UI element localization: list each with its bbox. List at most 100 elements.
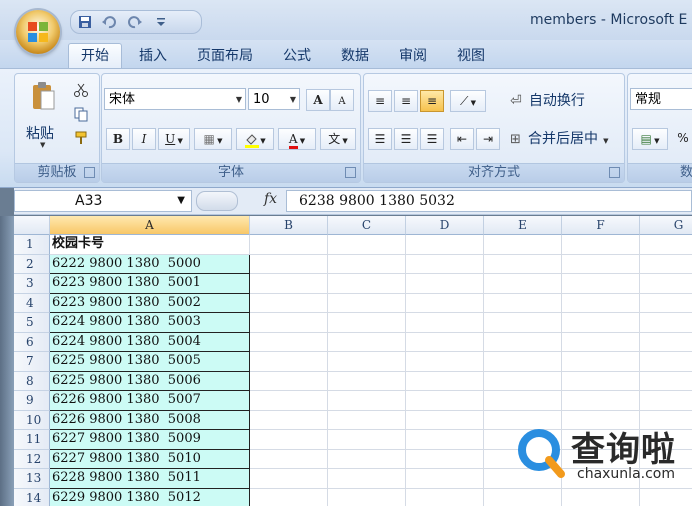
tab-view[interactable]: 视图 [446,44,496,68]
card-number-cell[interactable]: 6223 9800 1380 5001 [50,274,250,294]
empty-cell[interactable] [484,274,562,294]
card-number-cell[interactable]: 6224 9800 1380 5003 [50,313,250,333]
empty-cell[interactable] [328,488,406,506]
formula-input[interactable]: 6238 9800 1380 5032 [286,190,692,212]
row-header[interactable]: 4 [14,293,50,313]
formula-expand-handle[interactable] [196,191,238,211]
empty-cell[interactable] [562,352,640,372]
empty-cell[interactable] [406,391,484,411]
card-number-cell[interactable]: 6225 9800 1380 5005 [50,352,250,372]
row-header[interactable]: 7 [14,352,50,372]
empty-cell[interactable] [250,332,328,352]
tab-formulas[interactable]: 公式 [272,44,322,68]
column-header-g[interactable]: G [640,216,692,235]
paste-button[interactable]: 粘贴 ▼ [21,78,67,152]
tab-data[interactable]: 数据 [330,44,380,68]
empty-cell[interactable] [562,313,640,333]
office-button[interactable] [16,10,60,54]
empty-cell[interactable] [406,430,484,450]
empty-cell[interactable] [406,274,484,294]
number-format-combo[interactable]: 常规 [630,88,692,110]
empty-cell[interactable] [562,235,640,255]
row-header[interactable]: 14 [14,488,50,506]
customize-qat-icon[interactable] [153,14,169,30]
tab-review[interactable]: 审阅 [388,44,438,68]
empty-cell[interactable] [640,313,692,333]
insert-function-icon[interactable]: fx [264,191,277,207]
row-header[interactable]: 13 [14,469,50,489]
empty-cell[interactable] [328,313,406,333]
column-header-e[interactable]: E [484,216,562,235]
clipboard-launcher-icon[interactable] [84,167,95,178]
empty-cell[interactable] [640,235,692,255]
empty-cell[interactable] [484,352,562,372]
row-header[interactable]: 12 [14,449,50,469]
card-number-cell[interactable]: 6228 9800 1380 5011 [50,469,250,489]
empty-cell[interactable] [328,332,406,352]
empty-cell[interactable] [250,352,328,372]
empty-cell[interactable] [406,488,484,506]
card-number-cell[interactable]: 6226 9800 1380 5008 [50,410,250,430]
empty-cell[interactable] [484,332,562,352]
paste-dropdown-icon[interactable]: ▼ [40,141,45,149]
empty-cell[interactable] [328,469,406,489]
empty-cell[interactable] [250,449,328,469]
empty-cell[interactable] [328,274,406,294]
empty-cell[interactable] [250,293,328,313]
column-header-f[interactable]: F [562,216,640,235]
empty-cell[interactable] [484,293,562,313]
empty-cell[interactable] [484,254,562,274]
empty-cell[interactable] [328,352,406,372]
empty-cell[interactable] [406,410,484,430]
empty-cell[interactable] [562,371,640,391]
tab-page-layout[interactable]: 页面布局 [190,44,260,68]
row-header[interactable]: 10 [14,410,50,430]
empty-cell[interactable] [406,293,484,313]
align-bottom-button[interactable]: ≡ [420,90,444,112]
empty-cell[interactable] [406,254,484,274]
row-header[interactable]: 8 [14,371,50,391]
empty-cell[interactable] [328,391,406,411]
column-header-a[interactable]: A [50,216,250,235]
empty-cell[interactable] [328,254,406,274]
font-color-button[interactable]: A ▼ [278,128,316,150]
italic-button[interactable]: I [132,128,156,150]
row-header[interactable]: 5 [14,313,50,333]
empty-cell[interactable] [250,235,328,255]
underline-button[interactable]: U ▼ [158,128,190,150]
row-header[interactable]: 1 [14,235,50,255]
empty-cell[interactable] [250,410,328,430]
row-header[interactable]: 2 [14,254,50,274]
shrink-font-button[interactable]: A [330,89,354,111]
empty-cell[interactable] [484,391,562,411]
align-left-button[interactable]: ☰ [368,128,392,150]
accounting-format-button[interactable]: ▤ ▼ [632,128,668,150]
format-painter-icon[interactable] [73,130,89,146]
increase-indent-button[interactable]: ⇥ [476,128,500,150]
empty-cell[interactable] [562,391,640,411]
empty-cell[interactable] [640,274,692,294]
merge-center-button[interactable]: ⊞ 合并后居中 ▼ [510,128,608,148]
borders-button[interactable]: ▦ ▼ [194,128,232,150]
cut-icon[interactable] [73,82,89,98]
fill-color-button[interactable]: ▼ [236,128,274,150]
undo-icon[interactable] [101,14,117,30]
empty-cell[interactable] [562,293,640,313]
card-number-cell[interactable]: 6225 9800 1380 5006 [50,371,250,391]
empty-cell[interactable] [484,235,562,255]
empty-cell[interactable] [640,352,692,372]
empty-cell[interactable] [328,235,406,255]
header-cell[interactable]: 校园卡号 [50,235,250,255]
empty-cell[interactable] [250,313,328,333]
orientation-button[interactable]: ⟋ ▼ [450,90,486,112]
wrap-text-button[interactable]: ⏎ 自动换行 [510,90,585,110]
row-header[interactable]: 6 [14,332,50,352]
empty-cell[interactable] [640,333,692,352]
row-header[interactable]: 9 [14,391,50,411]
empty-cell[interactable] [406,469,484,489]
empty-cell[interactable] [562,274,640,294]
empty-cell[interactable] [250,430,328,450]
tab-home[interactable]: 开始 [68,43,122,69]
empty-cell[interactable] [562,332,640,352]
column-header-c[interactable]: C [328,216,406,235]
